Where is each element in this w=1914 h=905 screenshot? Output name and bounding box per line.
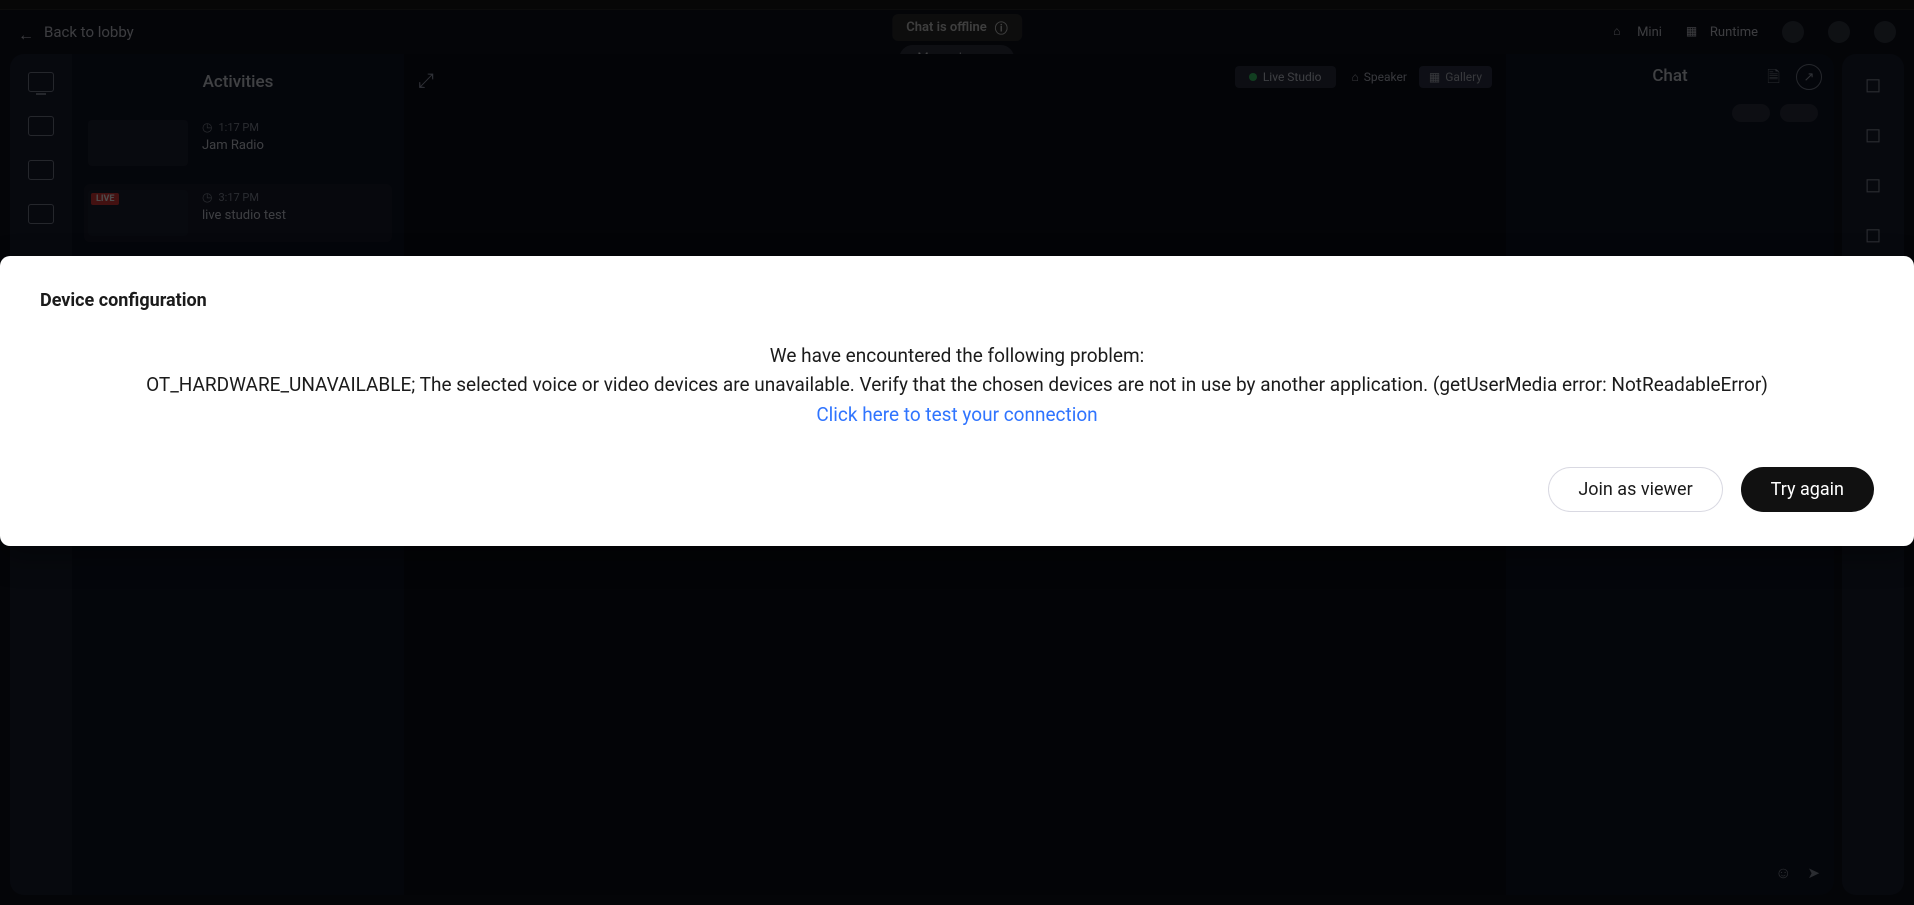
modal-body: We have encountered the following proble… — [40, 329, 1874, 441]
join-as-viewer-button[interactable]: Join as viewer — [1548, 467, 1722, 512]
modal-overlay: Device configuration We have encountered… — [0, 0, 1914, 905]
test-connection-link[interactable]: Click here to test your connection — [816, 403, 1097, 426]
try-again-button[interactable]: Try again — [1741, 467, 1874, 512]
device-config-modal: Device configuration We have encountered… — [0, 256, 1914, 546]
modal-error-line2: OT_HARDWARE_UNAVAILABLE; The selected vo… — [46, 370, 1868, 399]
modal-title: Device configuration — [40, 290, 1874, 311]
modal-error-line1: We have encountered the following proble… — [46, 341, 1868, 370]
modal-actions: Join as viewer Try again — [40, 467, 1874, 512]
